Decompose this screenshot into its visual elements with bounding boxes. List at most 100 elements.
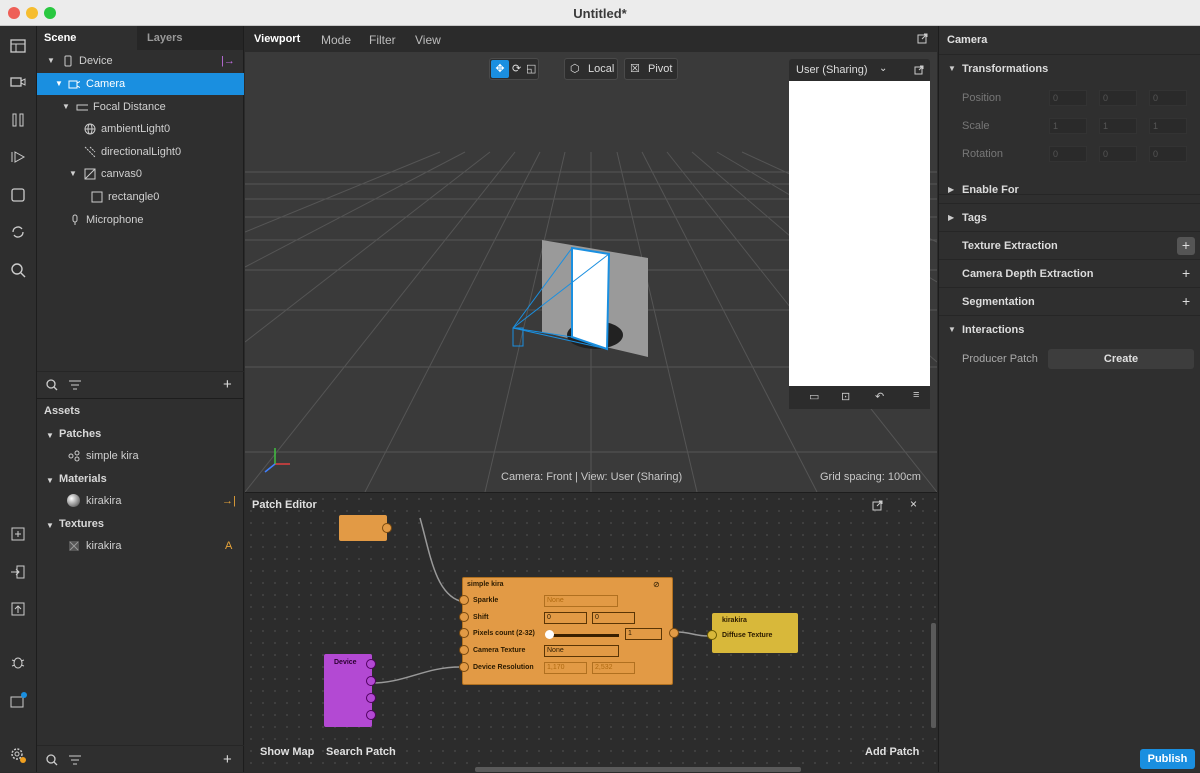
search-icon[interactable] [46, 379, 58, 391]
assets-section-materials[interactable]: Materials [59, 473, 107, 485]
scale-z-field[interactable]: 1 [1149, 118, 1187, 134]
add-segmentation-button[interactable]: + [1182, 293, 1190, 309]
rotation-x-field[interactable]: 0 [1049, 146, 1087, 162]
link-icon[interactable]: ⊘ [653, 580, 660, 589]
scale-x-field[interactable]: 1 [1049, 118, 1087, 134]
sparkle-select[interactable]: None [544, 595, 618, 607]
device-height-field[interactable]: 2,532 [592, 662, 635, 674]
asset-item-kirakira-material[interactable]: kirakira →| [37, 490, 244, 512]
scale-y-field[interactable]: 1 [1099, 118, 1137, 134]
input-port[interactable] [459, 628, 469, 638]
filter-icon[interactable] [69, 380, 81, 390]
pixels-count-slider[interactable] [547, 634, 619, 637]
search-patch-button[interactable]: Search Patch [326, 746, 396, 758]
link-icon[interactable]: →| [222, 490, 236, 512]
assets-section-patches[interactable]: Patches [59, 428, 101, 440]
asset-item-kirakira-texture[interactable]: kirakira A [37, 535, 244, 557]
position-x-field[interactable]: 0 [1049, 90, 1087, 106]
rotate-icon[interactable]: ⟳ [512, 59, 521, 79]
output-port[interactable] [366, 676, 376, 686]
position-y-field[interactable]: 0 [1099, 90, 1137, 106]
search-icon[interactable] [46, 754, 58, 766]
section-label[interactable]: Transformations [962, 63, 1048, 75]
pixels-count-field[interactable]: 1 [625, 628, 662, 640]
import-icon[interactable] [9, 564, 27, 582]
refresh-icon[interactable] [9, 224, 27, 242]
tree-item-focal-distance[interactable]: ▼ Focal Distance [37, 96, 244, 118]
tree-item-device[interactable]: ▼ Device |→ [37, 50, 244, 72]
menu-filter[interactable]: Filter [369, 33, 396, 47]
local-toggle[interactable]: ⬡ Local [564, 58, 618, 80]
pause-icon[interactable] [9, 112, 27, 130]
section-tags[interactable]: ▶ Tags [939, 204, 1200, 232]
publish-button[interactable]: Publish [1140, 749, 1195, 769]
asset-item-simple-kira[interactable]: simple kira [37, 445, 244, 467]
add-object-button[interactable]: + [223, 376, 232, 393]
rotation-y-field[interactable]: 0 [1099, 146, 1137, 162]
tree-item-canvas[interactable]: ▼ canvas0 [37, 163, 244, 185]
camera-texture-select[interactable]: None [544, 645, 619, 657]
patch-node-simple-kira[interactable]: simple kira ⊘ Sparkle None Shift 0 0 Pix… [459, 577, 679, 685]
section-enable-for[interactable]: ▶ Enable For [939, 176, 1200, 204]
tab-viewport[interactable]: Viewport [254, 33, 300, 45]
rotation-z-field[interactable]: 0 [1149, 146, 1187, 162]
filter-icon[interactable] [69, 755, 81, 765]
layout-icon[interactable] [9, 38, 27, 56]
stop-icon[interactable] [9, 187, 27, 205]
rotate-device-icon[interactable]: ↶ [875, 390, 884, 403]
link-icon[interactable]: |→ [221, 50, 235, 72]
output-port[interactable] [366, 710, 376, 720]
search-icon[interactable] [9, 262, 27, 280]
add-texture-extraction-button[interactable]: + [1177, 237, 1195, 255]
tree-item-microphone[interactable]: Microphone [37, 209, 244, 231]
camera-flip-icon[interactable]: ⊡ [841, 390, 850, 403]
menu-mode[interactable]: Mode [321, 33, 351, 47]
bug-icon[interactable] [9, 654, 27, 672]
preview-view-select[interactable]: User (Sharing) [796, 64, 868, 76]
menu-view[interactable]: View [415, 33, 441, 47]
scale-icon[interactable]: ◱ [526, 59, 536, 79]
create-button[interactable]: Create [1048, 349, 1194, 369]
add-patch-button[interactable]: Add Patch [865, 746, 919, 758]
tree-item-directional-light[interactable]: directionalLight0 [37, 141, 244, 163]
input-port[interactable] [459, 612, 469, 622]
external-link-icon[interactable] [917, 33, 928, 44]
input-port[interactable] [459, 662, 469, 672]
input-port[interactable] [459, 595, 469, 605]
shift-y-field[interactable]: 0 [592, 612, 635, 624]
tree-item-rectangle[interactable]: rectangle0 [37, 186, 244, 208]
tab-layers[interactable]: Layers [147, 32, 182, 44]
vertical-scrollbar[interactable] [931, 623, 936, 728]
tree-item-camera[interactable]: ▼ Camera [37, 73, 244, 95]
horizontal-scrollbar[interactable] [475, 767, 801, 772]
output-port[interactable] [366, 659, 376, 669]
library-icon[interactable] [9, 692, 27, 710]
external-link-icon[interactable] [914, 65, 924, 75]
device-width-field[interactable]: 1,170 [544, 662, 587, 674]
input-port[interactable] [707, 630, 717, 640]
slider-handle[interactable] [545, 630, 554, 639]
patch-editor[interactable]: Patch Editor × simple kira ⊘ Sparkle Non… [245, 492, 937, 772]
shift-x-field[interactable]: 0 [544, 612, 587, 624]
video-camera-icon[interactable]: ▭ [809, 390, 819, 403]
section-label[interactable]: Interactions [962, 324, 1024, 336]
patch-node-device[interactable]: Device [324, 654, 376, 727]
export-icon[interactable] [9, 601, 27, 619]
new-folder-icon[interactable] [9, 526, 27, 544]
pivot-toggle[interactable]: ☒ Pivot [624, 58, 678, 80]
chevron-down-icon[interactable]: ⌄ [879, 63, 887, 74]
move-icon[interactable]: ✥ [491, 60, 509, 78]
output-port[interactable] [366, 693, 376, 703]
play-icon[interactable] [9, 149, 27, 167]
video-camera-icon[interactable] [9, 74, 27, 92]
menu-icon[interactable]: ≡ [913, 389, 919, 401]
tree-item-ambient-light[interactable]: ambientLight0 [37, 118, 244, 140]
output-port[interactable] [669, 628, 679, 638]
add-depth-extraction-button[interactable]: + [1182, 265, 1190, 281]
settings-gear-icon[interactable] [9, 746, 27, 764]
assets-section-textures[interactable]: Textures [59, 518, 104, 530]
tab-scene[interactable]: Scene [44, 32, 76, 44]
preview-screen[interactable] [789, 81, 930, 386]
show-map-button[interactable]: Show Map [260, 746, 314, 758]
patch-node-kirakira[interactable]: kirakira Diffuse Texture [707, 613, 798, 653]
